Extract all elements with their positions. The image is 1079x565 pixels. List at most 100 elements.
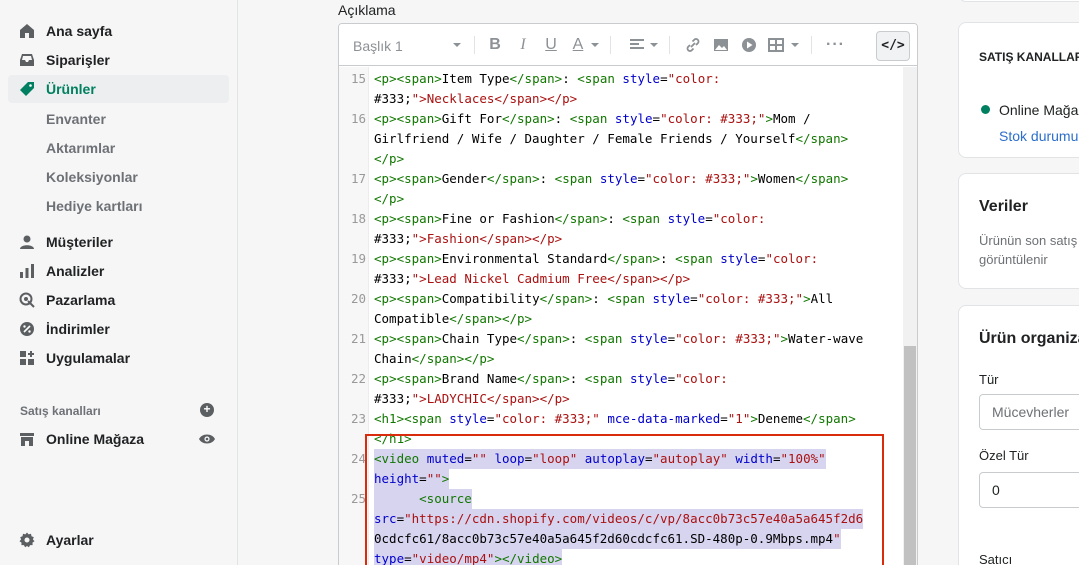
tag-icon [19,81,35,97]
line-code: <p><span>Chain Type</span>: <span style=… [374,331,864,346]
video-icon[interactable] [740,36,758,54]
sidebar-subitem-inventory[interactable]: Envanter [46,111,106,127]
type-label: Tür [979,372,999,387]
sidebar-item-label: İndirimler [46,321,110,337]
stock-status-link[interactable]: Stok durumu [999,127,1078,145]
show-html-button[interactable]: </> [876,31,910,61]
html-code-area[interactable]: 15 <p><span>Item Type</span>: <span style… [339,67,903,565]
line-number: 23 [350,411,366,426]
data-card-text: Ürünün son satış [979,233,1078,248]
line-code: </h1> [374,431,412,446]
line-code: type="video/mp4"></video> [374,549,563,565]
line-number: 21 [350,331,366,346]
line-code: src="https://cdn.shopify.com/videos/c/vp… [374,509,864,529]
sidebar-item-discounts[interactable]: İndirimler [8,315,229,343]
line-code: 0cdcfc61/8acc0b73c57e40a5a645f2d60cdcfc6… [374,529,841,549]
add-sales-channel-button[interactable]: + [200,403,214,417]
custom-type-field[interactable]: 0 [979,472,1079,508]
chevron-down-icon [591,43,599,47]
link-icon[interactable] [684,36,702,54]
editor-toolbar: Başlık 1 B I U A ··· </> [339,24,917,66]
online-status-dot [981,105,990,114]
line-code: <p><span>Environmental Standard</span>: … [374,251,819,266]
line-code: <p><span>Compatibility</span>: <span sty… [374,291,834,306]
line-code: #333;">LADYCHIC</span></p> [374,391,570,406]
line-number: 17 [350,171,366,186]
description-editor: Başlık 1 B I U A ··· </> 15 <p><span>Item… [338,23,918,565]
line-code: </p> [374,151,405,166]
type-field[interactable]: Mücevherler [979,394,1079,430]
target-icon [19,292,35,308]
heading-select[interactable]: Başlık 1 [353,38,403,54]
product-organization-title: Ürün organiza [979,330,1079,347]
product-organization-card: Ürün organiza Tür Mücevherler Özel Tür 0… [958,305,1079,565]
line-number: 19 [350,251,366,266]
line-code: <p><span>Gift For</span>: <span style="c… [374,111,811,126]
person-icon [19,234,35,250]
sidebar-item-products[interactable]: Ürünler [8,75,229,103]
sidebar-item-apps[interactable]: Uygulamalar [8,344,229,372]
toolbar-divider [474,36,475,54]
apps-icon [19,350,35,366]
sidebar-item-online-store[interactable]: Online Mağaza [8,425,229,453]
sidebar-item-customers[interactable]: Müşteriler [8,228,229,256]
gear-icon [19,532,35,548]
line-code: #333;">Fashion</span></p> [374,231,563,246]
sidebar-item-label: Ayarlar [46,532,94,548]
sidebar: Ana sayfa Siparişler Ürünler Envanter Ak… [0,0,238,565]
store-icon [19,431,35,447]
line-number: 15 [350,71,366,86]
toolbar-divider [811,36,812,54]
toolbar-divider [669,36,670,54]
custom-type-label: Özel Tür [979,448,1029,463]
line-code: height=""> [374,469,450,489]
scrollbar-thumb[interactable] [904,346,916,565]
text-color-icon[interactable]: A [569,36,587,54]
sidebar-subitem-gift-cards[interactable]: Hediye kartları [46,198,143,214]
line-code: <h1><span style="color: #333;" mce-data-… [374,411,856,426]
line-number: 18 [350,211,366,226]
image-icon[interactable] [712,36,730,54]
eye-icon[interactable] [198,432,216,446]
line-number: 22 [350,371,366,386]
sidebar-item-orders[interactable]: Siparişler [8,46,229,74]
table-icon[interactable] [767,36,785,54]
data-card: Veriler Ürünün son satış görüntülenir [958,173,1079,289]
top-card-edge [958,0,1079,2]
vendor-label: Satıcı [979,552,1013,565]
sidebar-subitem-transfers[interactable]: Aktarımlar [46,140,115,156]
line-code: Girlfriend / Wife / Daughter / Female Fr… [374,131,849,146]
sidebar-item-settings[interactable]: Ayarlar [8,526,229,554]
orders-icon [19,52,35,68]
sidebar-item-label: Ana sayfa [46,23,113,39]
sidebar-item-label: Siparişler [46,52,110,68]
line-code: <p><span>Fine or Fashion</span>: <span s… [374,211,766,226]
sidebar-item-home[interactable]: Ana sayfa [8,17,229,45]
chevron-down-icon [650,43,658,47]
data-card-title: Veriler [979,198,1028,215]
line-code: </p> [374,191,405,206]
sidebar-item-label: Müşteriler [46,234,113,250]
line-number: 20 [350,291,366,306]
sidebar-item-marketing[interactable]: Pazarlama [8,286,229,314]
sidebar-item-label: Uygulamalar [46,350,131,366]
sidebar-item-analytics[interactable]: Analizler [8,257,229,285]
line-number: 16 [350,111,366,126]
line-number: 24 [350,451,366,466]
sidebar-subitem-collections[interactable]: Koleksiyonlar [46,169,138,185]
line-code: <video muted="" loop="loop" autoplay="au… [374,449,826,469]
italic-icon[interactable]: I [514,36,532,54]
line-code: <p><span>Item Type</span>: <span style="… [374,71,721,86]
sidebar-item-label: Online Mağaza [46,431,145,447]
more-options-icon[interactable]: ··· [826,36,844,54]
line-number: 25 [350,491,366,506]
line-code: <p><span>Gender</span>: <span style="col… [374,171,849,186]
sales-channels-label: Satış kanalları [20,404,101,418]
bold-icon[interactable]: B [486,36,504,54]
align-icon[interactable] [628,36,646,54]
sales-channels-title: SATIŞ KANALLARI [979,50,1079,64]
chevron-down-icon [791,43,799,47]
line-code: #333;">Necklaces</span></p> [374,91,578,106]
chevron-down-icon [453,43,461,47]
underline-icon[interactable]: U [542,36,560,54]
